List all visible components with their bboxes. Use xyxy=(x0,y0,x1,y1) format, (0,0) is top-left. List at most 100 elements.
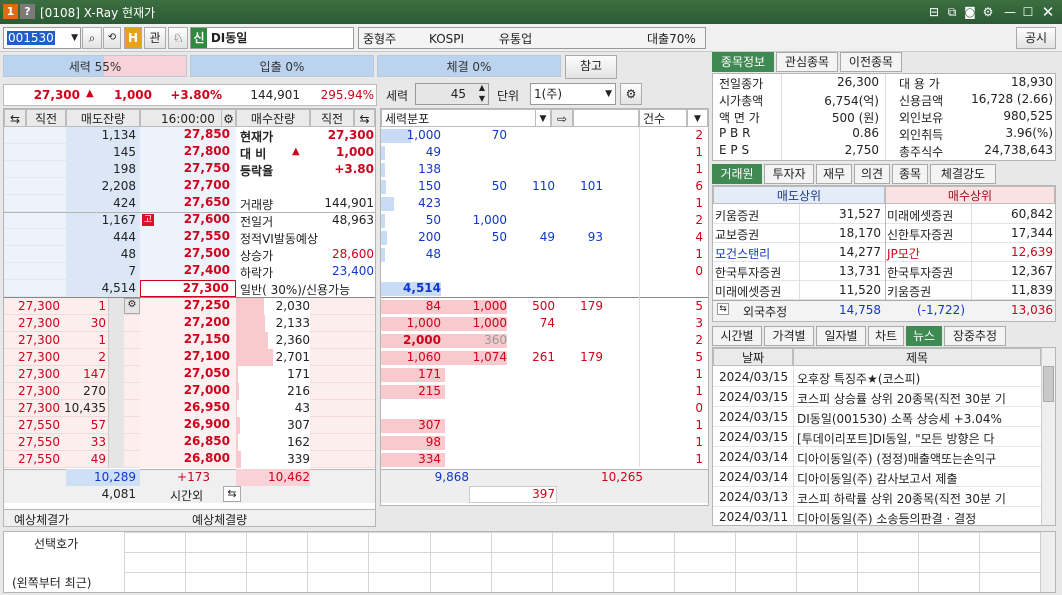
tab-0[interactable]: 종목정보 xyxy=(712,52,774,72)
sell-broker[interactable]: 키움증권 xyxy=(715,207,759,224)
power-cell: 1,000 xyxy=(472,299,507,313)
tab-4[interactable]: 종목 xyxy=(892,164,928,184)
order-book: ⇆ 직전 매도잔량 16:00:00 ⚙ 매수잔량 직전 ⇆ 1,134 27,8… xyxy=(3,108,376,512)
bid-price[interactable]: 27,100 xyxy=(140,349,236,366)
notice-button[interactable]: 공시 xyxy=(1016,27,1056,49)
tab-5[interactable]: 체결강도 xyxy=(930,164,996,184)
close-icon[interactable]: ✕ xyxy=(1040,3,1056,21)
tab-2[interactable]: 이전종목 xyxy=(840,52,902,72)
chevron-down-icon[interactable]: ▼ xyxy=(605,84,612,104)
ask-price[interactable]: 27,700 xyxy=(140,178,236,195)
maximize-icon[interactable]: ☐ xyxy=(1020,3,1036,21)
scroll-thumb[interactable] xyxy=(1043,366,1054,402)
h-button[interactable]: H xyxy=(124,27,142,49)
ask-price[interactable]: 27,750 xyxy=(140,161,236,178)
ask-price[interactable]: 27,800 xyxy=(140,144,236,161)
ask-prev-cell xyxy=(4,161,66,178)
sell-broker[interactable]: 미래에셋증권 xyxy=(715,283,781,300)
news-title[interactable]: [투데이리포트]DI동일, "모든 방향은 다 xyxy=(797,430,1039,447)
info-value: 28,600 xyxy=(332,247,374,261)
gear-icon[interactable]: ⚙ xyxy=(221,109,236,127)
news-title[interactable]: 디아이동일(주) (정정)매출액또는손익구 xyxy=(797,450,1039,467)
tab-3[interactable]: 차트 xyxy=(868,326,904,346)
tab-3[interactable]: 의견 xyxy=(854,164,890,184)
bid-price[interactable]: 27,250 xyxy=(140,298,236,315)
minimize-icon[interactable]: — xyxy=(1002,3,1018,21)
camera-icon[interactable]: ◙ xyxy=(962,3,978,21)
gear-icon[interactable]: ⚙ xyxy=(124,298,140,314)
tab-1[interactable]: 투자자 xyxy=(764,164,814,184)
buy-broker[interactable]: JP모간 xyxy=(887,245,920,262)
tab-1[interactable]: 가격별 xyxy=(764,326,814,346)
arrow-right-icon[interactable]: ⇨ xyxy=(551,109,573,127)
chevron-down-icon[interactable]: ▼ xyxy=(687,109,708,127)
tab-0[interactable]: 거래원 xyxy=(712,164,762,184)
settings-gear-icon[interactable]: ⚙ xyxy=(620,83,642,105)
dropdown-icon[interactable]: ▼ xyxy=(71,28,78,48)
sell-broker[interactable]: 모건스탠리 xyxy=(715,245,770,262)
bid-price[interactable]: 27,150 xyxy=(140,332,236,349)
bid-price[interactable]: 26,800 xyxy=(140,451,236,468)
ask-price[interactable]: 27,300 xyxy=(140,280,236,297)
bottom-scrollbar[interactable] xyxy=(1040,532,1055,592)
reference-button[interactable]: 참고 xyxy=(565,55,617,79)
sell-broker[interactable]: 교보증권 xyxy=(715,226,759,243)
minimize-to-tray-icon[interactable]: ⊟ xyxy=(926,3,942,21)
bid-price[interactable]: 27,200 xyxy=(140,315,236,332)
count-cell: 1 xyxy=(695,196,703,210)
bid-prev2-bg xyxy=(310,417,375,434)
ask-price[interactable]: 27,400 xyxy=(140,263,236,280)
buy-broker[interactable]: 미래에셋증권 xyxy=(887,207,953,224)
swap-icon[interactable]: ⇆ xyxy=(4,109,26,127)
tab-1[interactable]: 관심종목 xyxy=(776,52,838,72)
ask-price[interactable]: 27,650 xyxy=(140,195,236,212)
info-label: 거래량 xyxy=(240,198,274,212)
news-scrollbar[interactable] xyxy=(1041,348,1055,525)
buy-broker[interactable]: 키움증권 xyxy=(887,283,931,300)
power-filter-spin[interactable]: 45 ▲ ▼ xyxy=(415,83,489,105)
sell-broker[interactable]: 한국투자증권 xyxy=(715,264,781,281)
bell-icon[interactable]: ♘ xyxy=(168,27,188,49)
help-icon[interactable]: ? xyxy=(20,4,35,19)
chevron-down-icon[interactable]: ▼ xyxy=(535,109,551,127)
window-icon[interactable]: 1 xyxy=(3,4,18,19)
news-title[interactable]: 오후장 특징주★(코스피) xyxy=(797,370,1039,387)
news-title[interactable]: 디아이동일(주) 감사보고서 제출 xyxy=(797,470,1039,487)
tab-0[interactable]: 시간별 xyxy=(712,326,762,346)
unit-select[interactable]: 1(주) ▼ xyxy=(530,83,616,105)
link-icon[interactable]: ⧉ xyxy=(944,3,960,21)
ticks-scrollbar[interactable] xyxy=(108,298,124,468)
bid-price[interactable]: 27,000 xyxy=(140,383,236,400)
news-title[interactable]: 코스피 하락률 상위 20종목(직전 30분 기 xyxy=(797,490,1039,507)
swap-icon[interactable]: ⇆ xyxy=(354,109,375,127)
interest-button[interactable]: 관 xyxy=(144,27,166,49)
news-title[interactable]: 코스피 상승률 상위 20종목(직전 30분 기 xyxy=(797,390,1039,407)
bid-price[interactable]: 26,850 xyxy=(140,434,236,451)
bid-price[interactable]: 26,900 xyxy=(140,417,236,434)
current-price: 27,300 xyxy=(33,88,80,102)
swap-icon[interactable]: ⇆ xyxy=(223,486,241,502)
count-cell: 6 xyxy=(695,179,703,193)
gear-icon[interactable]: ⚙ xyxy=(980,3,996,21)
expand-icon[interactable]: ⇆ xyxy=(717,303,729,315)
ask-price[interactable]: 27,500 xyxy=(140,246,236,263)
news-title[interactable]: DI동일(001530) 소폭 상승세 +3.04% xyxy=(797,410,1039,427)
info-value: 27,300 xyxy=(327,128,374,142)
tab-4[interactable]: 뉴스 xyxy=(906,326,942,346)
buy-broker[interactable]: 한국투자증권 xyxy=(887,264,953,281)
buy-broker[interactable]: 신한투자증권 xyxy=(887,226,953,243)
tab-2[interactable]: 일자별 xyxy=(816,326,866,346)
news-title[interactable]: 디아이동일(주) 소송등의판결 · 결정 xyxy=(797,510,1039,527)
search-icon[interactable]: ⌕ xyxy=(82,27,102,49)
ask-price[interactable]: 27,600 xyxy=(140,212,236,229)
spin-icon[interactable]: ▲ ▼ xyxy=(479,82,485,104)
bid-price[interactable]: 27,050 xyxy=(140,366,236,383)
count-cell: 1 xyxy=(695,145,703,159)
stock-code-input[interactable]: 001530 ▼ xyxy=(3,27,81,49)
history-icon[interactable]: ⟲ xyxy=(103,27,121,49)
ask-price[interactable]: 27,850 xyxy=(140,127,236,144)
tab-2[interactable]: 재무 xyxy=(816,164,852,184)
bid-price[interactable]: 26,950 xyxy=(140,400,236,417)
ask-price[interactable]: 27,550 xyxy=(140,229,236,246)
tab-5[interactable]: 장중추정 xyxy=(944,326,1006,346)
